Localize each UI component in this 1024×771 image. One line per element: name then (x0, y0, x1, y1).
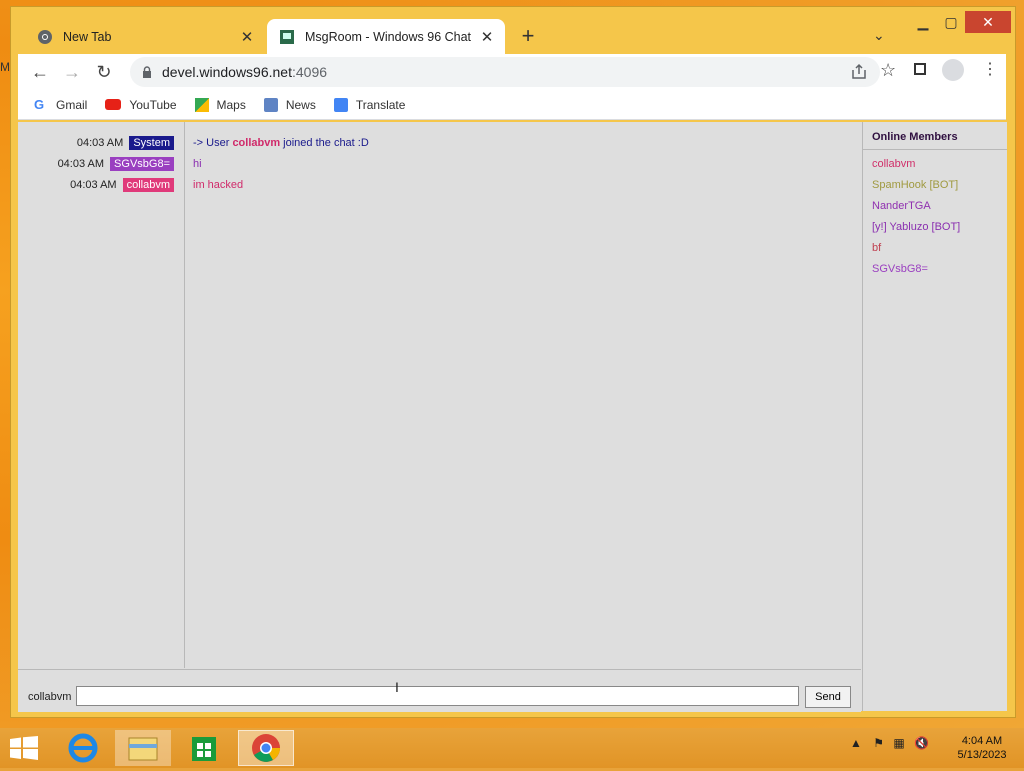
tab-title: MsgRoom - Windows 96 Chat (305, 30, 472, 44)
tab-new-tab[interactable]: New Tab ✕ (27, 19, 265, 55)
store-icon (192, 737, 216, 761)
bookmark-youtube[interactable]: YouTube (105, 97, 177, 112)
system-prefix: -> User (193, 137, 233, 149)
message-user-badge: SGVsbG8= (110, 157, 174, 171)
folder-icon (128, 737, 158, 761)
flag-icon[interactable]: ⚑ (873, 736, 884, 750)
message-meta-column: 04:03 AM System 04:03 AM SGVsbG8= 04:03 … (18, 122, 185, 668)
bookmark-label: Maps (216, 97, 246, 112)
member-item[interactable]: collabvm (863, 154, 1007, 175)
msgroom-page: 04:03 AM System 04:03 AM SGVsbG8= 04:03 … (18, 122, 1007, 712)
close-tab-icon[interactable]: ✕ (475, 28, 499, 46)
bookmarks-bar: G Gmail YouTube Maps News Translate (18, 90, 1006, 120)
new-tab-button[interactable]: + (516, 25, 540, 49)
message-user-badge: System (129, 136, 174, 150)
text-cursor-icon: I (395, 679, 399, 695)
member-item[interactable]: SpamHook [BOT] (863, 175, 1007, 196)
chrome-icon (252, 734, 280, 762)
message-time: 04:03 AM (70, 179, 117, 191)
desktop-edge-text: M (0, 60, 10, 74)
internet-explorer-button[interactable] (55, 730, 111, 766)
clock-date: 5/13/2023 (957, 749, 1007, 761)
message-text: hi (193, 158, 202, 170)
bookmark-label: Translate (355, 97, 406, 112)
tab-title: New Tab (63, 30, 112, 44)
file-explorer-button[interactable] (115, 730, 171, 766)
google-icon: G (34, 96, 45, 112)
member-item[interactable]: SGVsbG8= (863, 259, 1007, 280)
message-text: im hacked (193, 179, 244, 191)
reload-icon[interactable]: ↻ (92, 60, 116, 84)
clock-time: 4:04 AM (961, 735, 1003, 747)
maximize-button[interactable]: ▢ (935, 11, 967, 33)
network-icon[interactable]: ▦ (893, 736, 904, 750)
tab-search-chevron-icon[interactable]: ⌄ (873, 27, 885, 44)
bookmark-label: Gmail (56, 97, 88, 112)
bookmark-news[interactable]: News (263, 97, 316, 112)
maps-icon (194, 97, 209, 112)
back-arrow-icon[interactable]: ← (28, 60, 52, 84)
message-meta: 04:03 AM System (77, 135, 174, 151)
bookmark-translate[interactable]: Translate (333, 97, 406, 112)
tab-msgroom[interactable]: MsgRoom - Windows 96 Chat ✕ (267, 19, 505, 55)
browser-window: New Tab ✕ MsgRoom - Windows 96 Chat ✕ + … (10, 6, 1016, 718)
bookmark-label: News (285, 97, 316, 112)
message-meta: 04:03 AM collabvm (70, 177, 174, 193)
tab-strip: New Tab ✕ MsgRoom - Windows 96 Chat ✕ + … (11, 7, 1015, 55)
system-suffix: joined the chat :D (280, 137, 369, 149)
news-icon (263, 97, 278, 112)
message-time: 04:03 AM (76, 137, 124, 149)
close-tab-icon[interactable]: ✕ (235, 28, 259, 46)
nickname-label[interactable]: collabvm (28, 691, 71, 703)
bookmark-gmail[interactable]: G Gmail (34, 96, 88, 112)
bookmark-maps[interactable]: Maps (194, 97, 246, 112)
members-title: Online Members (863, 122, 1007, 150)
volume-muted-icon[interactable]: 🔇 (914, 736, 929, 750)
member-item[interactable]: [y!] Yabluzo [BOT] (863, 217, 1007, 238)
message-time: 04:03 AM (57, 158, 105, 170)
bookmark-star-icon[interactable]: ☆ (880, 60, 896, 81)
address-bar[interactable]: devel.windows96.net:4096 (130, 57, 880, 87)
message-text-column: -> User collabvm joined the chat :D hi i… (185, 122, 861, 668)
url-text: devel.windows96.net:4096 (162, 64, 327, 80)
youtube-icon (105, 99, 122, 110)
browser-toolbar: ← → ↻ devel.windows96.net:4096 ☆ ⋮ (18, 54, 1006, 90)
internet-explorer-icon (68, 733, 98, 763)
url-host: devel.windows96.net (162, 64, 292, 80)
kebab-menu-icon[interactable]: ⋮ (982, 59, 998, 79)
message-area[interactable]: 04:03 AM System 04:03 AM SGVsbG8= 04:03 … (18, 122, 861, 668)
taskbar-clock[interactable]: 4:04 AM 5/13/2023 (948, 734, 1016, 762)
chat-message-input[interactable] (76, 686, 799, 706)
windows-start-icon[interactable] (10, 736, 38, 760)
translate-icon (333, 97, 348, 112)
chat-input-bar: collabvm Send (18, 669, 861, 712)
joined-username: collabvm (232, 137, 281, 149)
url-port: :4096 (291, 64, 328, 80)
share-icon[interactable] (850, 63, 868, 81)
send-button[interactable]: Send (805, 686, 851, 708)
side-panel-icon[interactable] (914, 63, 926, 75)
profile-avatar-icon[interactable] (942, 59, 964, 81)
msgroom-favicon-icon (280, 30, 294, 44)
store-button[interactable] (176, 730, 232, 766)
tray-chevron-icon[interactable]: ▲ (850, 736, 862, 750)
lock-icon (143, 66, 151, 78)
chrome-favicon-icon (38, 30, 52, 44)
members-list: collabvm SpamHook [BOT] NanderTGA [y!] Y… (863, 150, 1007, 280)
message-text: -> User collabvm joined the chat :D (193, 135, 369, 151)
forward-arrow-icon[interactable]: → (60, 60, 84, 84)
message-user-badge: collabvm (122, 178, 174, 192)
system-tray: ▲ ⚑ ▦ 🔇 (850, 736, 929, 750)
taskbar: ▲ ⚑ ▦ 🔇 4:04 AM 5/13/2023 (0, 728, 1024, 768)
member-item[interactable]: NanderTGA (863, 196, 1007, 217)
message-meta: 04:03 AM SGVsbG8= (58, 156, 174, 172)
online-members-panel: Online Members collabvm SpamHook [BOT] N… (862, 122, 1007, 711)
bookmark-label: YouTube (129, 97, 177, 112)
chrome-taskbar-button[interactable] (238, 730, 294, 766)
close-window-button[interactable]: ✕ (965, 11, 1011, 33)
member-item[interactable]: bf (863, 238, 1007, 259)
